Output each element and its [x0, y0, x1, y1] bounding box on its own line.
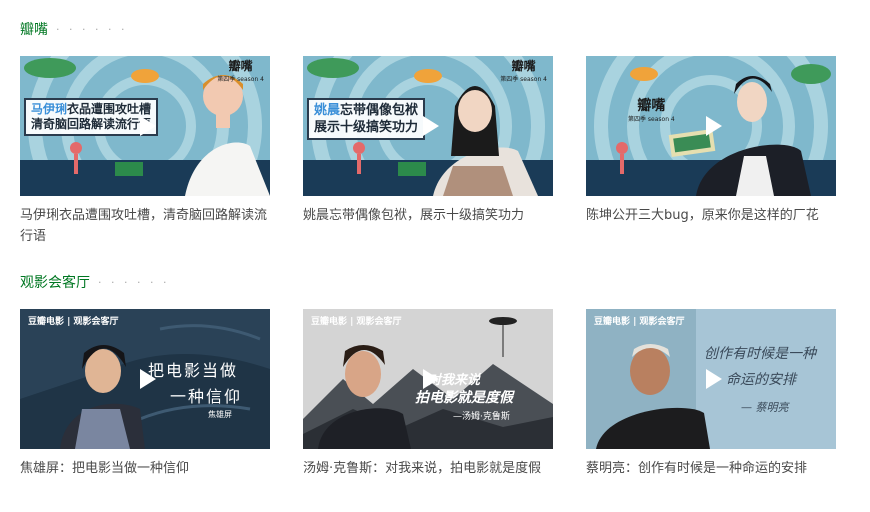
video-thumbnail[interactable]: 马伊琍衣品遭围攻吐槽 清奇脑回路解读流行语 瓣嘴 第四季 season 4 [20, 56, 270, 196]
section-dots: · · · · · · [98, 275, 170, 289]
thumb-quote-line2: 命运的安排 [726, 372, 796, 388]
video-caption[interactable]: 汤姆·克鲁斯：对我来说，拍电影就是度假 [303, 458, 553, 479]
section-title-guanying[interactable]: 观影会客厅 · · · · · · [20, 272, 169, 292]
brand-label: 豆瓣电影 | 观影会客厅 [594, 317, 685, 327]
video-caption[interactable]: 陈坤公开三大bug，原来你是这样的厂花 [586, 205, 836, 226]
play-icon [423, 116, 439, 136]
video-thumbnail[interactable]: 豆瓣电影 | 观影会客厅 对我来说 拍电影就是度假 —汤姆·克鲁斯 [303, 309, 553, 449]
section-title-banzui[interactable]: 瓣嘴 · · · · · · [20, 19, 127, 39]
video-card: 瓣嘴 第四季 season 4 陈坤公开三大bug，原来你是这样的厂花 [586, 56, 836, 226]
thumb-signature: — 蔡明亮 [741, 401, 789, 414]
video-thumbnail[interactable]: 豆瓣电影 | 观影会客厅 创作有时候是一种 命运的安排 — 蔡明亮 [586, 309, 836, 449]
play-icon [706, 369, 722, 389]
thumb-quote-line1: 把电影当做 [148, 361, 239, 380]
section-dots: · · · · · · [56, 22, 128, 36]
thumb-signature: —汤姆·克鲁斯 [453, 412, 510, 422]
section-title-text: 瓣嘴 [20, 22, 48, 38]
video-card: 姚晨忘带偶像包袱 展示十级搞笑功力 瓣嘴 第四季 season 4 姚晨忘带偶像包… [303, 56, 553, 226]
brand-label: 豆瓣电影 | 观影会客厅 [311, 317, 402, 327]
video-caption[interactable]: 焦雄屏：把电影当做一种信仰 [20, 458, 270, 479]
video-thumbnail[interactable]: 瓣嘴 第四季 season 4 [586, 56, 836, 196]
show-logo: 瓣嘴 第四季 season 4 [217, 59, 264, 84]
play-icon [140, 116, 156, 136]
play-icon [423, 369, 439, 389]
video-card: 豆瓣电影 | 观影会客厅 把电影当做 一种信仰 焦雄屏 焦雄屏：把电影当做一种信… [20, 309, 270, 479]
thumb-quote-line2: 一种信仰 [170, 387, 243, 406]
thumb-quote-line1: 创作有时候是一种 [704, 346, 816, 362]
video-card: 马伊琍衣品遭围攻吐槽 清奇脑回路解读流行语 瓣嘴 第四季 season 4 马伊琍… [20, 56, 270, 247]
brand-label: 豆瓣电影 | 观影会客厅 [28, 317, 119, 327]
play-icon [706, 116, 722, 136]
section-title-text: 观影会客厅 [20, 275, 90, 291]
play-icon [140, 369, 156, 389]
video-thumbnail[interactable]: 豆瓣电影 | 观影会客厅 把电影当做 一种信仰 焦雄屏 [20, 309, 270, 449]
video-thumbnail[interactable]: 姚晨忘带偶像包袱 展示十级搞笑功力 瓣嘴 第四季 season 4 [303, 56, 553, 196]
video-card: 豆瓣电影 | 观影会客厅 创作有时候是一种 命运的安排 — 蔡明亮 蔡明亮：创作… [586, 309, 836, 479]
video-caption[interactable]: 蔡明亮：创作有时候是一种命运的安排 [586, 458, 836, 479]
show-logo: 瓣嘴 第四季 season 4 [500, 59, 547, 84]
video-card: 豆瓣电影 | 观影会客厅 对我来说 拍电影就是度假 —汤姆·克鲁斯 汤姆·克鲁斯… [303, 309, 553, 479]
show-logo: 瓣嘴 第四季 season 4 [628, 98, 675, 123]
thumb-title-box: 姚晨忘带偶像包袱 展示十级搞笑功力 [307, 98, 426, 140]
video-caption[interactable]: 马伊琍衣品遭围攻吐槽，清奇脑回路解读流行语 [20, 205, 270, 247]
video-caption[interactable]: 姚晨忘带偶像包袱，展示十级搞笑功力 [303, 205, 553, 226]
thumb-quote-line2: 拍电影就是度假 [415, 390, 513, 406]
thumb-signature: 焦雄屏 [208, 410, 232, 419]
